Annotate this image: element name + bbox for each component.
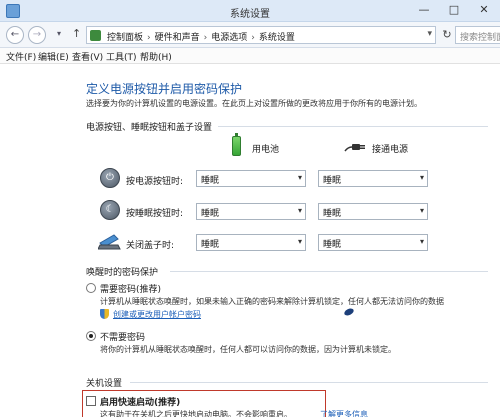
uac-shield-icon — [100, 309, 109, 319]
menu-file[interactable]: 文件(F) — [6, 50, 36, 63]
breadcrumb-separator-icon[interactable]: › — [251, 33, 255, 43]
breadcrumb-item[interactable]: 控制面板 — [107, 33, 143, 43]
page-subtitle: 选择要为你的计算机设置的电源设置。在此页上对设置所做的更改将应用于你所有的电源计… — [86, 99, 422, 108]
require-password-description: 计算机从睡眠状态唤醒时，如果未输入正确的密码来解除计算机锁定，任何人都无法访问你… — [100, 297, 444, 306]
breadcrumb-items[interactable]: 控制面板 › 硬件和声音 › 电源选项 › 系统设置 — [107, 30, 295, 43]
lid-close-plugged-select[interactable]: 睡眠 ▾ — [318, 234, 428, 251]
refresh-button[interactable]: ↻ — [440, 26, 454, 44]
breadcrumb[interactable]: 控制面板 › 硬件和声音 › 电源选项 › 系统设置 ▾ — [86, 26, 436, 44]
laptop-lid-icon — [98, 234, 121, 250]
power-button-icon: ⏻ — [100, 168, 120, 188]
menu-help[interactable]: 帮助(H) — [140, 50, 172, 63]
require-password-label[interactable]: 需要密码(推荐) — [100, 282, 161, 295]
menu-tools[interactable]: 工具(T) — [106, 50, 137, 63]
no-password-radio[interactable] — [86, 331, 96, 341]
chevron-down-icon: ▾ — [419, 173, 424, 182]
main-content: 定义电源按钮并启用密码保护 选择要为你的计算机设置的电源设置。在此页上对设置所做… — [0, 64, 500, 417]
menu-bar: 文件(F) 编辑(E) 查看(V) 工具(T) 帮助(H) — [0, 48, 500, 64]
history-dropdown-icon[interactable]: ▾ — [50, 26, 68, 44]
create-change-password-link[interactable]: 创建或更改用户帐户密码 — [113, 309, 201, 320]
chevron-down-icon: ▾ — [297, 173, 302, 182]
menu-view[interactable]: 查看(V) — [72, 50, 103, 63]
section-title-shutdown: 关机设置 — [86, 379, 123, 389]
back-button[interactable]: ← — [6, 26, 24, 44]
sleep-button-icon: ☾ — [100, 200, 120, 220]
sleep-button-plugged-select[interactable]: 睡眠 ▾ — [318, 203, 428, 220]
fast-startup-description: 这有助于在关机之后更快地启动电脑。不会影响重启。 — [100, 410, 292, 417]
title-bar: 系统设置 — □ ✕ — [0, 0, 500, 22]
up-button[interactable]: ↑ — [72, 27, 81, 40]
section-title-wake-password: 唤醒时的密码保护 — [86, 268, 159, 278]
search-input[interactable]: 搜索控制面板 — [455, 26, 500, 44]
no-password-label[interactable]: 不需要密码 — [100, 330, 145, 343]
breadcrumb-item[interactable]: 硬件和声音 — [155, 33, 200, 43]
breadcrumb-separator-icon[interactable]: › — [204, 33, 208, 43]
power-button-battery-select[interactable]: 睡眠 ▾ — [196, 170, 306, 187]
minimize-button[interactable]: — — [410, 0, 438, 20]
breadcrumb-separator-icon[interactable]: › — [147, 33, 151, 43]
row-label-lid-close: 关闭盖子时: — [126, 241, 175, 251]
chevron-down-icon: ▾ — [419, 206, 424, 215]
battery-icon — [232, 133, 241, 156]
page-title: 定义电源按钮并启用密码保护 — [86, 82, 243, 96]
row-label-sleep-button: 按睡眠按钮时: — [126, 209, 184, 219]
sleep-button-battery-select[interactable]: 睡眠 ▾ — [196, 203, 306, 220]
no-password-description: 将你的计算机从睡眠状态唤醒时，任何人都可以访问你的数据，因为计算机未锁定。 — [100, 345, 396, 354]
chevron-down-icon: ▾ — [419, 237, 424, 246]
control-panel-icon — [90, 30, 101, 41]
breadcrumb-item[interactable]: 电源选项 — [211, 33, 247, 43]
breadcrumb-item[interactable]: 系统设置 — [259, 33, 295, 43]
row-label-power-button: 按电源按钮时: — [126, 177, 184, 187]
section-divider — [218, 126, 488, 127]
maximize-button[interactable]: □ — [440, 0, 468, 20]
menu-edit[interactable]: 编辑(E) — [38, 50, 69, 63]
chevron-down-icon: ▾ — [297, 206, 302, 215]
fast-startup-checkbox[interactable] — [86, 396, 96, 406]
power-plug-icon — [344, 144, 365, 152]
require-password-radio[interactable] — [86, 283, 96, 293]
fast-startup-label[interactable]: 启用快速启动(推荐) — [100, 395, 180, 408]
address-bar: ← → ▾ ↑ 控制面板›硬件和声音›电源选项›系统设置 ▾ ↻ 搜索控制面板 — [0, 22, 500, 48]
lid-close-battery-select[interactable]: 睡眠 ▾ — [196, 234, 306, 251]
column-header-battery: 用电池 — [252, 145, 280, 155]
close-button[interactable]: ✕ — [470, 0, 498, 20]
section-divider — [170, 271, 488, 272]
column-header-plugged-in: 接通电源 — [372, 145, 409, 155]
mouse-cursor-icon — [343, 307, 355, 317]
path-dropdown-icon[interactable]: ▾ — [427, 29, 432, 39]
forward-button[interactable]: → — [28, 26, 46, 44]
power-button-plugged-select[interactable]: 睡眠 ▾ — [318, 170, 428, 187]
section-divider — [130, 382, 488, 383]
learn-more-link[interactable]: 了解更多信息 — [320, 409, 368, 417]
chevron-down-icon: ▾ — [297, 237, 302, 246]
section-title-power-buttons: 电源按钮、睡眠按钮和盖子设置 — [86, 123, 213, 133]
